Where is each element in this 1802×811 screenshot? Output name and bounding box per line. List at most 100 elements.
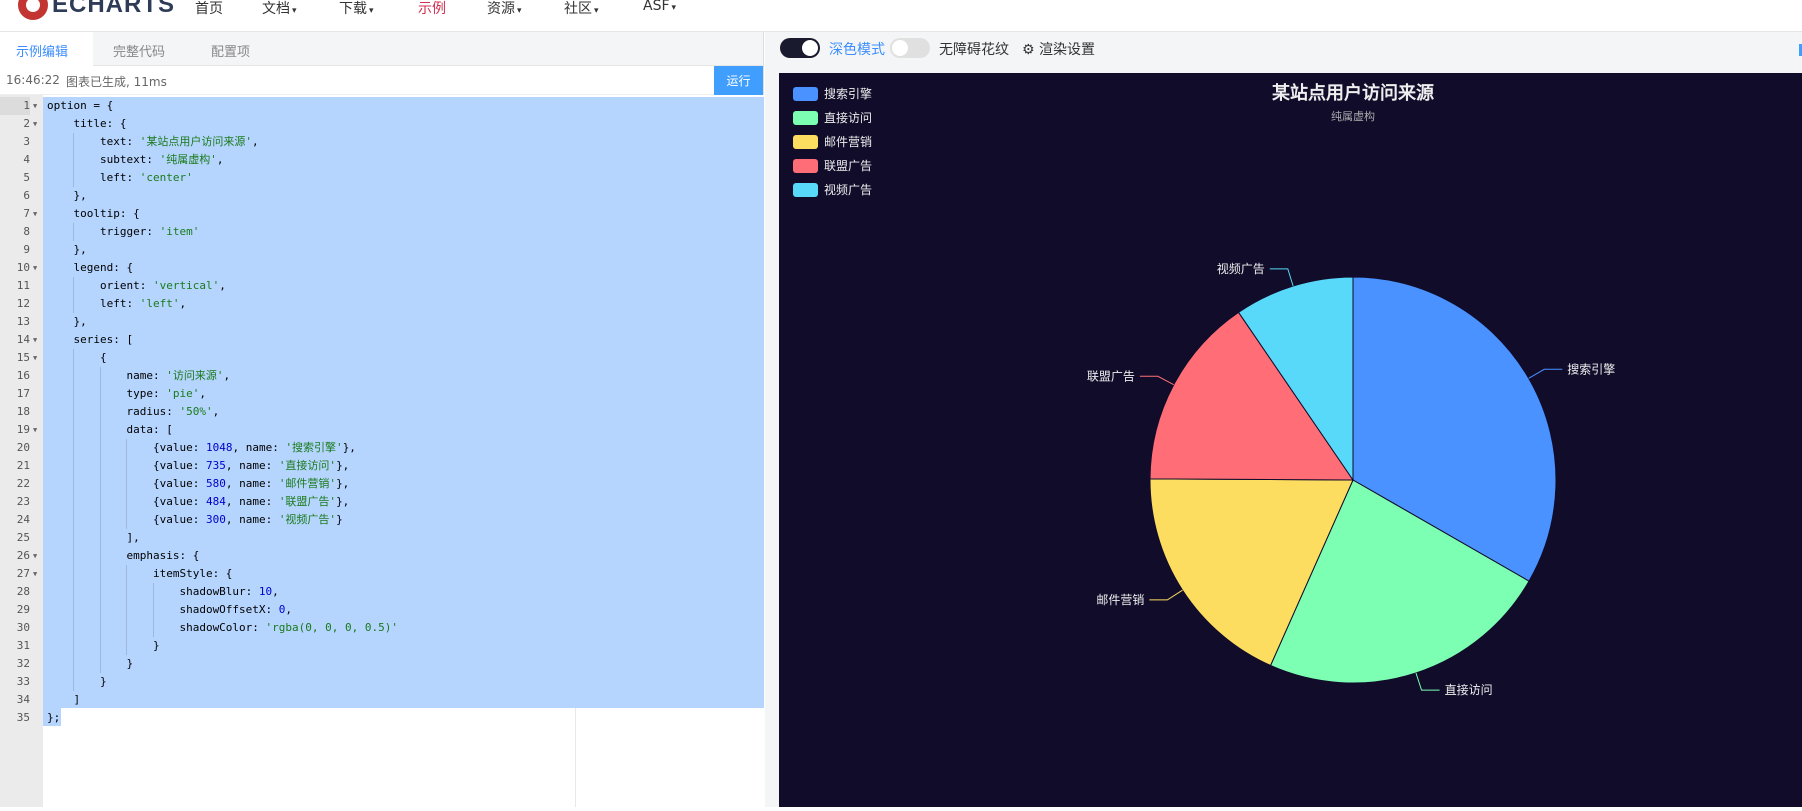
tab-example-edit[interactable]: 示例编辑 [16,41,68,60]
fold-toggle-icon[interactable]: ▼ [33,421,37,439]
line-number: 24 [16,513,30,526]
fold-toggle-icon[interactable]: ▼ [33,349,37,367]
line-number: 16 [16,369,30,382]
render-settings-button[interactable]: ⚙ 渲染设置 [1022,39,1095,59]
label-line [1528,368,1563,379]
nav-item-label: 示例 [418,1,446,17]
code-text: legend: { [47,261,134,274]
code-text: }, [47,189,87,202]
line-number: 8 [23,225,30,238]
line-number: 10 [16,261,30,274]
code-line: 26 ▼ emphasis: { [0,547,764,565]
nav-item-5[interactable]: 社区 ▾ [564,0,599,18]
code-text: type: 'pie', [47,387,206,400]
code-line: 35}; [0,709,764,727]
echarts-logo[interactable]: ECHARTS [18,0,175,20]
legend-label: 直接访问 [824,110,872,125]
line-number: 21 [16,459,30,472]
code-text: subtext: '纯属虚构', [47,153,224,166]
preview-panel: 深色模式 无障碍花纹 ⚙ 渲染设置 某站点用户访问来源 纯属虚构 搜索引擎 直接访问邮… [765,32,1802,807]
code-text: shadowColor: 'rgba(0, 0, 0, 0.5)' [47,621,398,634]
code-text: trigger: 'item' [47,225,200,238]
line-number: 7 [23,207,30,220]
tab-options[interactable]: 配置项 [211,41,250,60]
code-line: 15 ▼ { [0,349,764,367]
line-number: 28 [16,585,30,598]
fold-toggle-icon[interactable]: ▼ [33,331,37,349]
line-number: 32 [16,657,30,670]
code-text: shadowBlur: 10, [47,585,279,598]
code-line: 23 {value: 484, name: '联盟广告'}, [0,493,764,511]
legend-label: 邮件营销 [824,135,872,149]
nav-item-1[interactable]: 文档 ▾ [262,0,297,18]
chevron-down-icon: ▾ [369,6,374,16]
line-number: 17 [16,387,30,400]
code-line: 1 ▼ option = { [0,97,764,115]
fold-toggle-icon[interactable]: ▼ [33,259,37,277]
code-text: series: [ [47,333,134,346]
nav-item-6[interactable]: ASF ▾ [643,0,676,14]
line-number: 25 [16,531,30,544]
nav-item-label: 资源 [487,1,515,17]
slice-label: 邮件营销 [1096,593,1144,607]
label-line [1269,268,1294,287]
fold-toggle-icon[interactable]: ▼ [33,205,37,223]
legend-swatch [793,135,818,149]
code-line: 11 orient: 'vertical', [0,277,764,295]
nav-item-label: 下载 [339,1,367,17]
code-text: }, [47,243,87,256]
nav-item-4[interactable]: 资源 ▾ [487,0,522,18]
code-text: data: [ [47,423,173,436]
code-text: left: 'center' [47,171,193,184]
nav-item-label: 文档 [262,1,290,17]
nav-item-3[interactable]: 示例 [418,0,446,18]
code-line: 2 ▼ title: { [0,115,764,133]
line-number: 4 [23,153,30,166]
code-text: } [47,657,134,670]
label-line [1415,672,1440,691]
label-line [1149,589,1183,601]
chevron-down-icon: ▾ [292,6,297,16]
code-line: 24 {value: 300, name: '视频广告'} [0,511,764,529]
code-text: {value: 1048, name: '搜索引擎'}, [47,441,356,454]
line-number: 31 [16,639,30,652]
line-number: 12 [16,297,30,310]
run-button[interactable]: 运行 [714,66,763,95]
aria-pattern-toggle[interactable] [890,38,930,58]
code-line: 13 }, [0,313,764,331]
nav-item-2[interactable]: 下载 ▾ [339,0,374,18]
code-text: text: '某站点用户访问来源', [47,135,259,148]
code-line: 19 ▼ data: [ [0,421,764,439]
code-text: {value: 484, name: '联盟广告'}, [47,495,350,508]
status-bar: 16:46:22 图表已生成, 11ms 运行 [0,66,763,95]
code-text: itemStyle: { [47,567,233,580]
logo-icon [18,0,48,20]
line-number: 3 [23,135,30,148]
chevron-down-icon: ▾ [517,6,522,16]
fold-toggle-icon[interactable]: ▼ [33,565,37,583]
nav-item-0[interactable]: 首页 [195,0,223,18]
code-line: 29 shadowOffsetX: 0, [0,601,764,619]
dark-mode-toggle[interactable] [780,38,820,58]
fold-toggle-icon[interactable]: ▼ [33,115,37,133]
code-text: }, [47,315,87,328]
fold-toggle-icon[interactable]: ▼ [33,97,37,115]
nav-item-label: ASF [643,0,670,14]
tab-full-code[interactable]: 完整代码 [113,41,165,60]
code-line: 18 radius: '50%', [0,403,764,421]
legend-label: 联盟广告 [824,159,872,173]
line-number: 14 [16,333,30,346]
legend-swatch [793,183,818,197]
code-editor[interactable]: 1 ▼ option = {2 ▼ title: {3 text: '某站点用户访问来… [0,95,764,807]
editor-panel: 示例编辑 完整代码 配置项 16:46:22 图表已生成, 11ms 运行 1 ▼… [0,32,764,807]
code-text: title: { [47,117,127,130]
code-line: 6 }, [0,187,764,205]
code-text: }; [47,711,61,724]
line-number: 2 [23,117,30,130]
fold-toggle-icon[interactable]: ▼ [33,547,37,565]
code-text: option = { [47,99,114,112]
line-number: 11 [16,279,30,292]
chart-container: 某站点用户访问来源 纯属虚构 搜索引擎 直接访问 邮件营销 联盟广告 视频广告 搜索引擎 直接访… [779,73,1802,807]
code-text: {value: 735, name: '直接访问'}, [47,459,350,472]
code-text: { [47,351,107,364]
